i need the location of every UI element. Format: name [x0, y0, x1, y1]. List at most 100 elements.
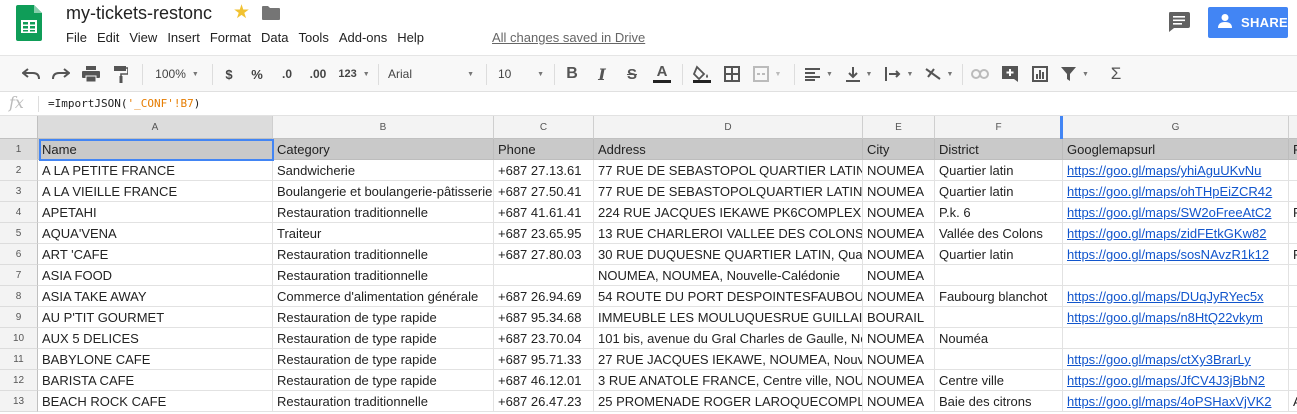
map-link-cell[interactable]: https://goo.gl/maps/ctXy3BrarLy [1063, 349, 1289, 370]
cell[interactable]: 25 PROMENADE ROGER LAROQUECOMPL [594, 391, 863, 412]
cell[interactable]: Restauration traditionnelle [273, 202, 494, 223]
format-currency-button[interactable]: $ [220, 64, 238, 84]
cell[interactable] [935, 307, 1063, 328]
insert-chart-icon[interactable] [1030, 64, 1050, 84]
row-header[interactable]: 6 [0, 244, 38, 265]
cell[interactable]: City [863, 139, 935, 160]
cell[interactable]: ART 'CAFE [38, 244, 273, 265]
column-header[interactable]: A [38, 116, 273, 139]
cell[interactable]: +687 26.47.23 [494, 391, 594, 412]
column-header[interactable]: C [494, 116, 594, 139]
cell[interactable] [1289, 265, 1297, 286]
cell[interactable]: Restauration traditionnelle [273, 244, 494, 265]
more-formats-select[interactable]: 123 ▼ [336, 64, 372, 84]
cell[interactable]: +687 27.50.41 [494, 181, 594, 202]
bold-icon[interactable]: B [562, 64, 582, 84]
redo-icon[interactable] [50, 64, 72, 84]
cell[interactable] [1289, 328, 1297, 349]
cell[interactable]: P.k. 6 [935, 202, 1063, 223]
horizontal-align-icon[interactable]: ▼ [804, 64, 834, 84]
folder-icon[interactable] [262, 6, 280, 20]
cell[interactable]: Faubourg blanchot [935, 286, 1063, 307]
cell[interactable]: NOUMEA [863, 328, 935, 349]
cell[interactable]: Address [594, 139, 863, 160]
cell[interactable]: +687 95.71.33 [494, 349, 594, 370]
cell[interactable]: NOUMEA [863, 349, 935, 370]
menu-data[interactable]: Data [261, 30, 298, 45]
filter-icon[interactable]: ▼ [1060, 64, 1090, 84]
row-header[interactable]: 9 [0, 307, 38, 328]
cell[interactable]: Category [273, 139, 494, 160]
cell[interactable]: Restauration de type rapide [273, 307, 494, 328]
row-header[interactable]: 1 [0, 139, 38, 160]
cell[interactable]: BOURAIL [863, 307, 935, 328]
cell[interactable] [1063, 265, 1289, 286]
cell[interactable]: 77 RUE DE SEBASTOPOLQUARTIER LATIN, [594, 181, 863, 202]
row-header[interactable]: 3 [0, 181, 38, 202]
map-link-cell[interactable]: https://goo.gl/maps/zidFEtkGKw82 [1063, 223, 1289, 244]
cell[interactable]: F [1289, 244, 1297, 265]
cell[interactable]: A [1289, 391, 1297, 412]
cell[interactable]: Restauration traditionnelle [273, 391, 494, 412]
cell[interactable]: District [935, 139, 1063, 160]
cell[interactable]: Restauration traditionnelle [273, 265, 494, 286]
cell[interactable] [1289, 160, 1297, 181]
cell[interactable]: NOUMEA [863, 391, 935, 412]
menu-tools[interactable]: Tools [298, 30, 338, 45]
cell[interactable]: 224 RUE JACQUES IEKAWE PK6COMPLEX [594, 202, 863, 223]
cell[interactable]: 54 ROUTE DU PORT DESPOINTESFAUBOU [594, 286, 863, 307]
sheets-logo-icon[interactable] [16, 5, 42, 41]
column-header[interactable]: B [273, 116, 494, 139]
cell[interactable]: 77 RUE DE SEBASTOPOL QUARTIER LATIN [594, 160, 863, 181]
cell[interactable]: NOUMEA [863, 202, 935, 223]
menu-view[interactable]: View [129, 30, 167, 45]
cell[interactable]: BEACH ROCK CAFE [38, 391, 273, 412]
font-family-select[interactable]: Arial ▼ [386, 64, 478, 84]
cell[interactable]: +687 27.13.61 [494, 160, 594, 181]
share-button[interactable]: SHARE [1208, 7, 1288, 38]
cell[interactable]: +687 23.65.95 [494, 223, 594, 244]
cell[interactable]: NOUMEA [863, 370, 935, 391]
map-link-cell[interactable]: https://goo.gl/maps/SW2oFreeAtC2 [1063, 202, 1289, 223]
cell[interactable]: Restauration de type rapide [273, 328, 494, 349]
save-status-link[interactable]: All changes saved in Drive [492, 30, 645, 45]
cell[interactable]: NOUMEA [863, 265, 935, 286]
cell[interactable] [1063, 328, 1289, 349]
cell[interactable]: F [1289, 139, 1297, 160]
cell[interactable]: AU P'TIT GOURMET [38, 307, 273, 328]
increase-decimals-button[interactable]: .00 [306, 64, 330, 84]
undo-icon[interactable] [20, 64, 42, 84]
menu-addons[interactable]: Add-ons [339, 30, 397, 45]
italic-icon[interactable]: I [592, 64, 612, 84]
cell[interactable]: NOUMEA [863, 244, 935, 265]
map-link-cell[interactable]: https://goo.gl/maps/4oPSHaxVjVK2 [1063, 391, 1289, 412]
menu-format[interactable]: Format [210, 30, 261, 45]
cell[interactable]: Quartier latin [935, 244, 1063, 265]
cell[interactable]: NOUMEA [863, 223, 935, 244]
cell[interactable]: +687 23.70.04 [494, 328, 594, 349]
cell[interactable]: Quartier latin [935, 160, 1063, 181]
star-icon[interactable]: ★ [233, 3, 250, 23]
cell[interactable]: A LA PETITE FRANCE [38, 160, 273, 181]
select-all-corner[interactable] [0, 116, 38, 139]
cell[interactable] [1289, 181, 1297, 202]
cell[interactable]: IMMEUBLE LES MOULUQUESRUE GUILLAI [594, 307, 863, 328]
cell[interactable]: 27 RUE JACQUES IEKAWE, NOUMEA, Nouv [594, 349, 863, 370]
cell[interactable]: Commerce d'alimentation générale [273, 286, 494, 307]
format-percent-button[interactable]: % [248, 64, 266, 84]
row-header[interactable]: 13 [0, 391, 38, 412]
row-header[interactable]: 10 [0, 328, 38, 349]
cell[interactable]: 3 RUE ANATOLE FRANCE, Centre ville, NOU [594, 370, 863, 391]
cell[interactable]: NOUMEA [863, 181, 935, 202]
cell[interactable]: BARISTA CAFE [38, 370, 273, 391]
row-header[interactable]: 11 [0, 349, 38, 370]
comments-icon[interactable] [1168, 12, 1190, 32]
decrease-decimals-button[interactable]: .0 [276, 64, 298, 84]
cell[interactable] [1289, 286, 1297, 307]
merge-cells-icon[interactable]: ▼ [752, 64, 782, 84]
cell[interactable]: Boulangerie et boulangerie-pâtisserie [273, 181, 494, 202]
cell[interactable]: APETAHI [38, 202, 273, 223]
map-link-cell[interactable]: https://goo.gl/maps/JfCV4J3jBbN2 [1063, 370, 1289, 391]
cell[interactable]: NOUMEA, NOUMEA, Nouvelle-Calédonie [594, 265, 863, 286]
cell[interactable]: AQUA'VENA [38, 223, 273, 244]
